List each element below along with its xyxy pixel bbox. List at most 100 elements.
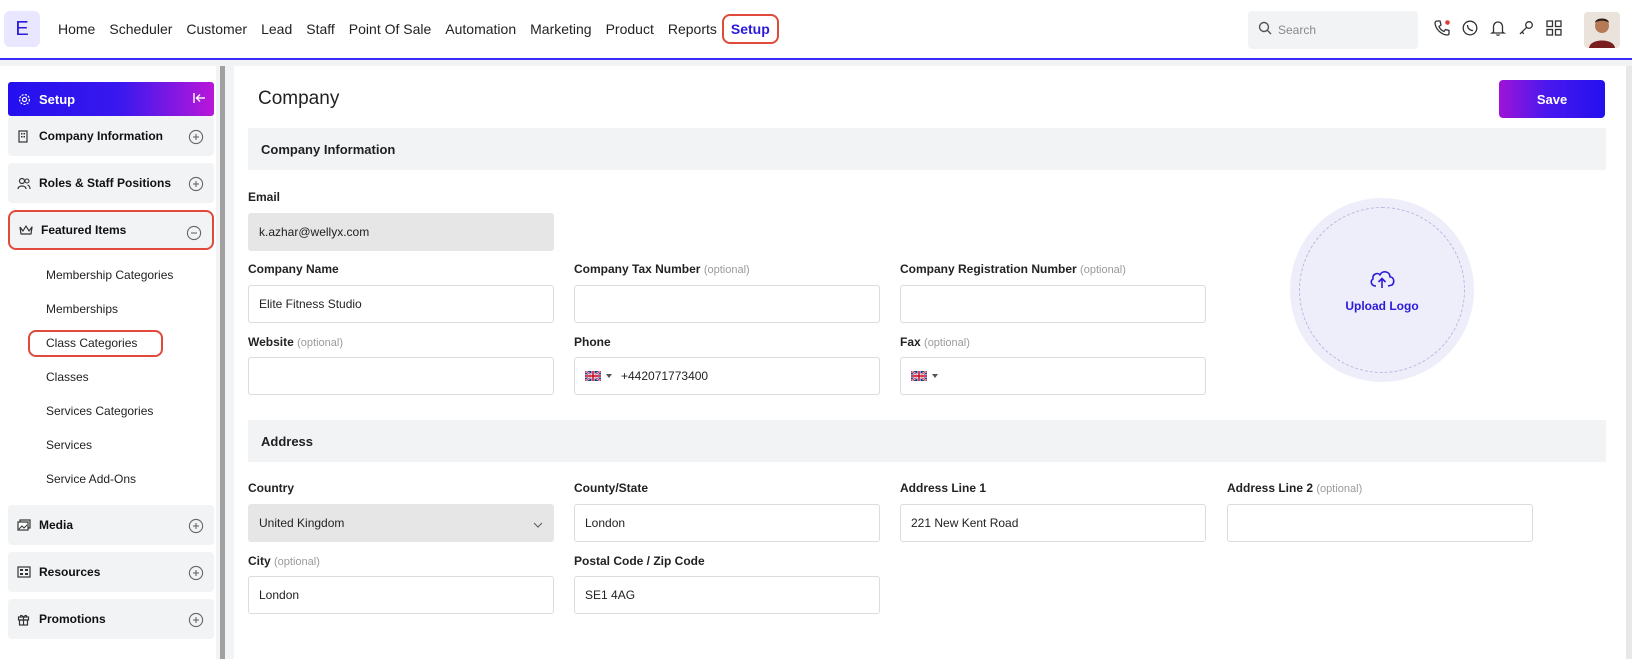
website-field[interactable]: [248, 357, 554, 395]
building-icon: [17, 129, 31, 143]
user-avatar[interactable]: [1584, 12, 1620, 48]
country-select[interactable]: United Kingdom: [248, 504, 554, 542]
phone-icon[interactable]: [1432, 18, 1452, 38]
county-state-value: London: [585, 516, 626, 530]
subitem-service-add-ons[interactable]: Service Add-Ons: [46, 472, 136, 486]
city-value: London: [259, 588, 300, 602]
uk-flag-country-picker[interactable]: [911, 371, 939, 381]
nav-marketing[interactable]: Marketing: [530, 21, 591, 37]
optional-hint: (optional): [924, 337, 970, 349]
expand-plus-icon[interactable]: [188, 612, 204, 631]
cloud-upload-icon: [1368, 268, 1396, 295]
address-line-2-field[interactable]: [1227, 504, 1533, 542]
collapse-minus-icon[interactable]: [186, 225, 202, 244]
sidebar-item-resources[interactable]: Resources: [8, 552, 214, 592]
search-box[interactable]: [1248, 11, 1418, 49]
nav-scheduler[interactable]: Scheduler: [109, 21, 172, 37]
uk-flag-country-picker[interactable]: [585, 371, 613, 381]
subitem-services-categories[interactable]: Services Categories: [46, 404, 153, 418]
sidebar-item-media[interactable]: Media: [8, 505, 214, 545]
fax-label: Fax (optional): [900, 335, 970, 349]
sidebar-item-label: Company Information: [39, 129, 164, 143]
company-name-label: Company Name: [248, 262, 339, 276]
address-section-header: Address: [248, 420, 1606, 462]
page-title: Company: [258, 88, 340, 109]
email-value: k.azhar@wellyx.com: [259, 225, 370, 239]
search-input[interactable]: [1278, 23, 1408, 37]
city-label: City (optional): [248, 554, 320, 568]
sidebar-item-label: Featured Items: [41, 223, 127, 237]
gift-icon: [17, 612, 31, 626]
nav-lead[interactable]: Lead: [261, 21, 292, 37]
subitem-services[interactable]: Services: [46, 438, 92, 452]
sidebar-header: Setup: [8, 82, 214, 116]
nav-reports[interactable]: Reports: [668, 21, 717, 37]
upload-logo-area[interactable]: Upload Logo: [1290, 198, 1474, 382]
company-tax-number-label: Company Tax Number (optional): [574, 262, 750, 276]
nav-staff[interactable]: Staff: [306, 21, 335, 37]
company-name-value: Elite Fitness Studio: [259, 297, 362, 311]
sidebar-item-roles-staff-positions[interactable]: Roles & Staff Positions: [8, 163, 214, 203]
address-line-1-field[interactable]: 221 New Kent Road: [900, 504, 1206, 542]
address-line-2-label: Address Line 2 (optional): [1227, 481, 1363, 495]
optional-hint: (optional): [274, 556, 320, 568]
company-name-field[interactable]: Elite Fitness Studio: [248, 285, 554, 323]
subitem-class-categories[interactable]: Class Categories: [28, 330, 164, 357]
county-state-label: County/State: [574, 481, 649, 495]
phone-field[interactable]: +442071773400: [574, 357, 880, 395]
subitem-memberships[interactable]: Memberships: [46, 302, 118, 316]
expand-plus-icon[interactable]: [188, 565, 204, 584]
optional-hint: (optional): [297, 337, 343, 349]
nav-customer[interactable]: Customer: [186, 21, 247, 37]
save-button[interactable]: Save: [1499, 80, 1605, 118]
chevron-down-icon: [533, 518, 543, 532]
top-icons: [1432, 18, 1572, 38]
nav-point-of-sale[interactable]: Point Of Sale: [349, 21, 432, 37]
optional-hint: (optional): [1080, 264, 1126, 276]
company-tax-number-field[interactable]: [574, 285, 880, 323]
subitem-classes[interactable]: Classes: [46, 370, 89, 384]
company-registration-number-field[interactable]: [900, 285, 1206, 323]
key-icon[interactable]: [1516, 18, 1536, 38]
resources-icon: [17, 565, 31, 579]
fax-field[interactable]: [900, 357, 1206, 395]
sidebar-item-company-information[interactable]: Company Information: [8, 116, 214, 156]
sidebar-item-featured-items[interactable]: Featured Items: [8, 210, 214, 250]
sidebar-item-promotions[interactable]: Promotions: [8, 599, 214, 639]
county-state-field[interactable]: London: [574, 504, 880, 542]
phone-value: +442071773400: [621, 369, 709, 383]
company-information-section-header: Company Information: [248, 128, 1606, 170]
website-label: Website (optional): [248, 335, 343, 349]
subitem-membership-categories[interactable]: Membership Categories: [46, 268, 173, 282]
nav-automation[interactable]: Automation: [445, 21, 516, 37]
bell-icon[interactable]: [1488, 18, 1508, 38]
country-label: Country: [248, 481, 294, 495]
postal-code-label: Postal Code / Zip Code: [574, 554, 705, 568]
optional-hint: (optional): [703, 264, 750, 276]
sidebar-scrollbar[interactable]: [220, 66, 225, 659]
sidebar-item-label: Resources: [39, 565, 101, 579]
main-scrollbar[interactable]: [1626, 66, 1632, 659]
collapse-sidebar-icon[interactable]: [192, 91, 206, 108]
main-nav: Home Scheduler Customer Lead Staff Point…: [58, 0, 793, 58]
upload-logo-label: Upload Logo: [1345, 298, 1419, 313]
crown-icon: [19, 223, 33, 237]
top-navigation-bar: E Home Scheduler Customer Lead Staff Poi…: [0, 0, 1632, 60]
expand-plus-icon[interactable]: [188, 518, 204, 537]
expand-plus-icon[interactable]: [188, 176, 204, 195]
whatsapp-icon[interactable]: [1460, 18, 1480, 38]
upload-logo-dropzone[interactable]: Upload Logo: [1299, 207, 1465, 373]
expand-plus-icon[interactable]: [188, 129, 204, 148]
nav-setup[interactable]: Setup: [721, 14, 779, 44]
gear-icon: [18, 93, 31, 106]
email-field: k.azhar@wellyx.com: [248, 213, 554, 251]
city-field[interactable]: London: [248, 576, 554, 614]
nav-home[interactable]: Home: [58, 21, 95, 37]
sidebar-title: Setup: [39, 91, 76, 107]
search-icon: [1258, 21, 1272, 40]
app-logo[interactable]: E: [4, 11, 40, 47]
apps-grid-icon[interactable]: [1544, 18, 1564, 38]
sidebar-item-label: Media: [39, 518, 74, 532]
nav-product[interactable]: Product: [606, 21, 654, 37]
postal-code-field[interactable]: SE1 4AG: [574, 576, 880, 614]
